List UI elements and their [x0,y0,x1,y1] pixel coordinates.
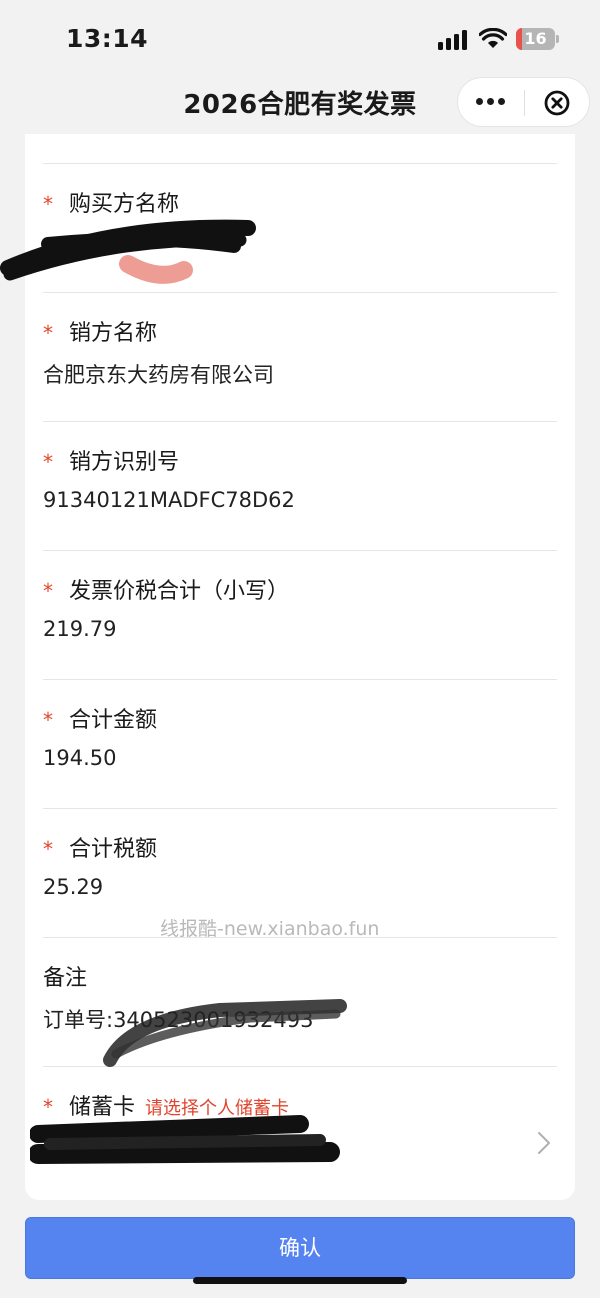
remark-value: 订单号:340523001932493 [43,1008,314,1032]
required-mark: * [43,708,53,732]
seller-name-label: * 销方名称 [43,321,158,346]
form-row-seller-tax-id: * 销方识别号 91340121MADFC78D62 [43,421,557,551]
invoice-form-card: * 购买方名称 * 销方名称 合肥京东大药房有限公司 * 销方识别号 91340121… [25,134,575,1200]
required-mark: * [43,837,53,861]
form-row-invoice-total: * 发票价税合计（小写） 219.79 [43,550,557,680]
close-icon[interactable] [544,90,570,116]
confirm-button[interactable]: 确认 [25,1217,575,1279]
remark-label: 备注 [43,966,88,991]
status-bar: 13:14 16 [0,0,600,72]
battery-level: 16 [524,29,547,48]
required-mark: * [43,321,53,345]
debit-card-hint: 请选择个人储蓄卡 [145,1098,290,1119]
form-row-buyer-name[interactable]: * 购买方名称 [43,163,557,293]
debit-card-value: 62170010070007 [43,1133,231,1157]
status-time: 13:14 [66,24,149,53]
required-mark: * [43,192,53,216]
seller-name-value: 合肥京东大药房有限公司 [43,363,274,387]
form-row-total-amount: * 合计金额 194.50 [43,679,557,809]
chevron-right-icon[interactable] [537,1131,551,1155]
required-mark: * [43,450,53,474]
seller-tax-id-value: 91340121MADFC78D62 [43,488,295,512]
capsule-divider [524,90,525,116]
required-mark: * [43,1095,53,1119]
mini-program-capsule [457,77,590,127]
seller-tax-id-label: * 销方识别号 [43,450,180,475]
required-mark: * [43,579,53,603]
watermark-text: 线报酷-new.xianbao.fun [160,918,380,940]
total-tax-label: * 合计税额 [43,837,158,862]
form-row-seller-name: * 销方名称 合肥京东大药房有限公司 [43,292,557,422]
form-row-debit-card[interactable]: * 储蓄卡 请选择个人储蓄卡 62170010070007 [43,1066,557,1199]
wifi-icon [479,28,507,48]
form-row-remark: 备注 订单号:340523001932493 [43,937,557,1067]
buyer-name-label: * 购买方名称 [43,192,180,217]
total-amount-value: 194.50 [43,746,117,770]
invoice-total-value: 219.79 [43,617,117,641]
debit-card-label: * 储蓄卡 请选择个人储蓄卡 [43,1095,290,1120]
total-amount-label: * 合计金额 [43,708,158,733]
cellular-signal-icon [438,30,467,50]
invoice-total-label: * 发票价税合计（小写） [43,579,290,604]
more-icon[interactable] [476,95,506,109]
total-tax-value: 25.29 [43,875,104,899]
battery-icon: 16 [516,28,560,50]
nav-bar: 2026合肥有奖发票 [0,72,600,134]
home-indicator [193,1277,407,1284]
